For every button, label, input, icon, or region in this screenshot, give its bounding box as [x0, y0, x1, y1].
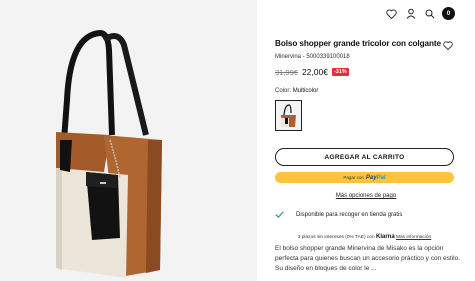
color-swatch-multicolor[interactable]: [275, 100, 302, 131]
heart-icon[interactable]: [385, 7, 398, 20]
top-actions: 0: [385, 7, 455, 20]
old-price: 31,99€: [275, 67, 298, 77]
more-payment-options-link[interactable]: Más opciones de pago: [257, 193, 475, 199]
product-info-panel: 0 Bolso shopper grande tricolor con colg…: [257, 0, 475, 281]
availability-text: Disponible para recoger en tienda gratis: [296, 211, 403, 218]
color-selector-label: Color: Multicolor: [275, 88, 318, 94]
cart-count: 0: [446, 10, 451, 17]
paypal-button[interactable]: Pagar con PayPal: [275, 172, 454, 183]
price-block: 31,99€ 22,00€ -31%: [275, 67, 349, 77]
product-image-gallery[interactable]: [0, 0, 257, 281]
paypal-label: Pagar con: [343, 175, 364, 180]
klarna-text: 3 plazos sin intereses (0% TAE) con: [297, 235, 375, 240]
cart-icon[interactable]: 0: [442, 7, 455, 20]
swatch-thumbnail: [276, 101, 301, 130]
klarna-more-info-link[interactable]: Más información: [396, 235, 431, 240]
paypal-logo: PayPal: [365, 174, 386, 181]
discount-badge: -31%: [331, 68, 349, 76]
search-icon[interactable]: [423, 7, 436, 20]
color-label: Color:: [275, 88, 292, 94]
product-description: El bolso shopper grande Minervina de Mis…: [275, 245, 460, 272]
store-availability: Disponible para recoger en tienda gratis: [275, 211, 402, 218]
color-value: Multicolor: [292, 88, 319, 94]
klarna-logo: Klarna: [375, 234, 395, 240]
product-title: Bolso shopper grande tricolor con colgan…: [275, 39, 441, 48]
product-reference: Minervina - 5000339100018: [275, 54, 350, 60]
check-icon: [275, 211, 284, 218]
klarna-installments: 3 plazos sin intereses (0% TAE) con Klar…: [275, 234, 454, 240]
add-to-cart-button[interactable]: AGREGAR AL CARRITO: [275, 148, 454, 166]
product-photo: [0, 0, 257, 281]
favorite-heart-icon[interactable]: [443, 37, 453, 55]
user-icon[interactable]: [404, 7, 417, 20]
current-price: 22,00€: [301, 67, 328, 77]
